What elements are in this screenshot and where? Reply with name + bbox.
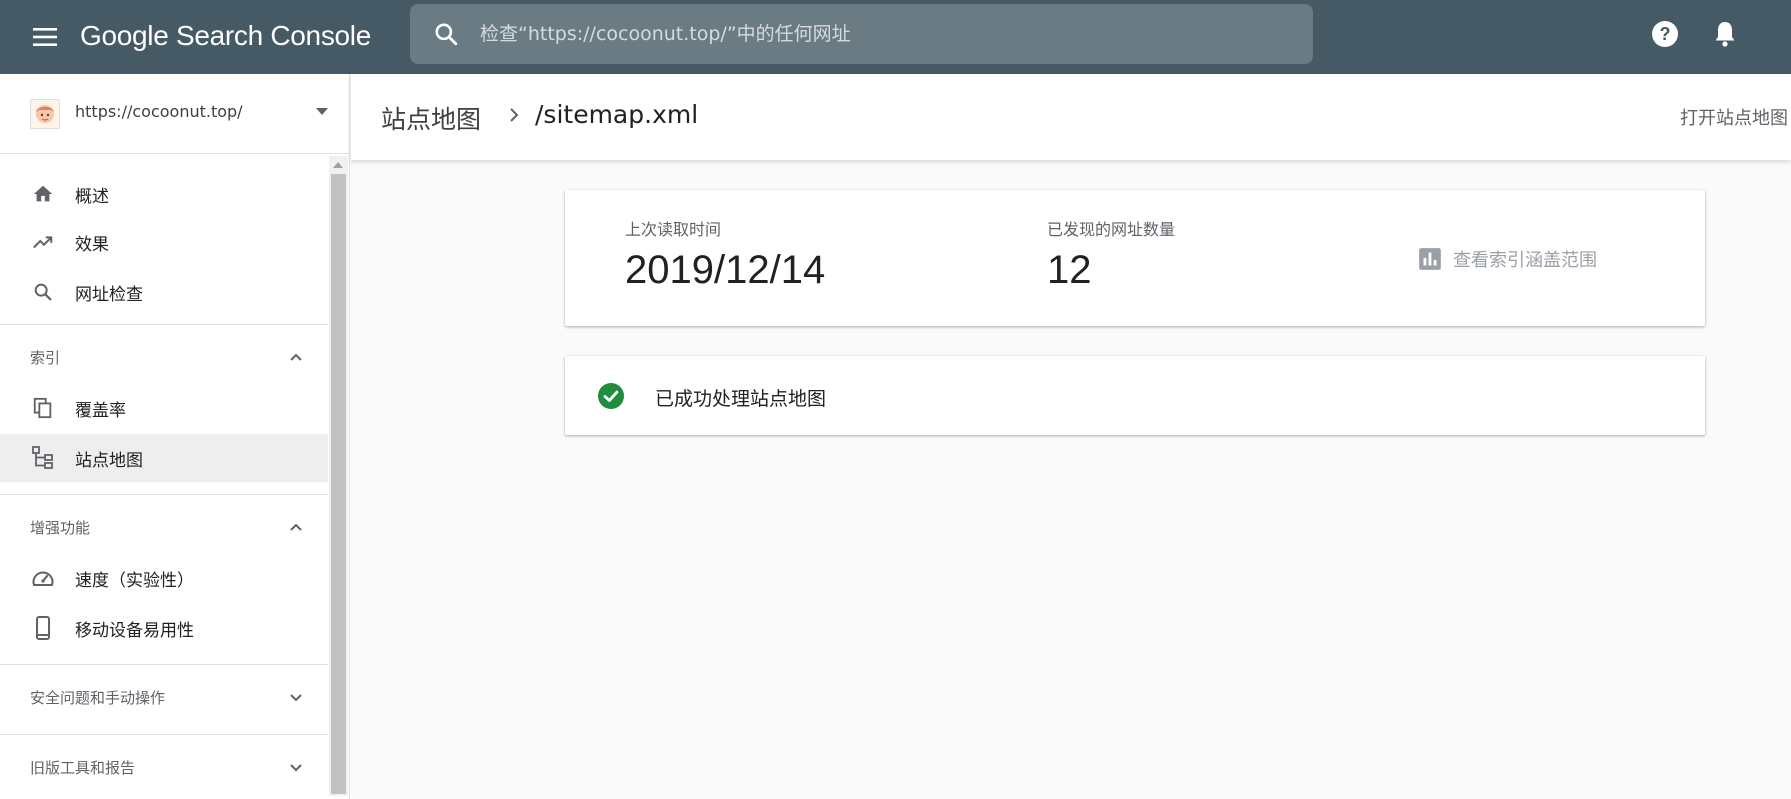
notifications-bell-icon[interactable] bbox=[1709, 18, 1741, 50]
last-read-stat: 上次读取时间 2019/12/14 bbox=[625, 216, 825, 293]
sidebar-item-mobile-usability[interactable]: 移动设备易用性 bbox=[0, 604, 328, 652]
page-header: 站点地图 /sitemap.xml 打开站点地图 bbox=[351, 74, 1791, 160]
chevron-down-icon bbox=[286, 757, 306, 777]
help-icon[interactable]: ? bbox=[1649, 18, 1681, 50]
search-icon bbox=[30, 279, 56, 305]
sidebar-item-label: 网址检查 bbox=[75, 284, 143, 305]
sidebar-item-overview[interactable]: 概述 bbox=[0, 170, 328, 218]
section-legacy-tools-header[interactable]: 旧版工具和报告 bbox=[0, 734, 328, 796]
sitemap-icon bbox=[30, 445, 56, 471]
view-index-coverage-link[interactable]: 查看索引涵盖范围 bbox=[1417, 246, 1597, 272]
property-url: https://cocoonut.top/ bbox=[75, 102, 243, 121]
trending-up-icon bbox=[30, 229, 56, 255]
sidebar-item-coverage[interactable]: 覆盖率 bbox=[0, 384, 328, 432]
svg-text:?: ? bbox=[1660, 24, 1671, 44]
section-index-header[interactable]: 索引 bbox=[0, 324, 328, 386]
sidebar-item-speed[interactable]: 速度（实验性） bbox=[0, 554, 328, 602]
smartphone-icon bbox=[30, 615, 56, 641]
last-read-value: 2019/12/14 bbox=[625, 248, 826, 292]
chevron-down-icon bbox=[286, 687, 306, 707]
url-inspection-search[interactable] bbox=[410, 4, 1313, 64]
sidebar-item-url-inspection[interactable]: 网址检查 bbox=[0, 268, 328, 316]
sidebar-scrollbar[interactable] bbox=[329, 156, 348, 796]
section-label: 安全问题和手动操作 bbox=[30, 689, 166, 707]
discovered-urls-value: 12 bbox=[1047, 248, 1092, 292]
sidebar-item-label: 概述 bbox=[75, 186, 109, 207]
sidebar-item-performance[interactable]: 效果 bbox=[0, 218, 328, 266]
breadcrumb-sitemaps[interactable]: 站点地图 bbox=[381, 100, 481, 136]
last-read-label: 上次读取时间 bbox=[625, 220, 722, 239]
discovered-urls-stat: 已发现的网址数量 12 bbox=[1047, 216, 1175, 293]
chevron-right-icon bbox=[503, 104, 525, 126]
search-icon[interactable] bbox=[430, 18, 462, 50]
sidebar-item-label: 覆盖率 bbox=[75, 400, 126, 421]
sidebar-item-sitemaps[interactable]: 站点地图 bbox=[0, 434, 328, 482]
status-message: 已成功处理站点地图 bbox=[655, 388, 827, 410]
property-selector[interactable]: https://cocoonut.top/ bbox=[0, 74, 349, 154]
property-favicon bbox=[30, 99, 60, 129]
view-index-coverage-label: 查看索引涵盖范围 bbox=[1453, 250, 1597, 271]
home-icon bbox=[30, 181, 56, 207]
sitemap-stats-card: 上次读取时间 2019/12/14 已发现的网址数量 12 查看索引涵盖范围 bbox=[565, 190, 1705, 326]
section-label: 索引 bbox=[30, 349, 61, 367]
page-title: /sitemap.xml bbox=[535, 100, 699, 129]
bar-chart-icon bbox=[1417, 246, 1443, 272]
sidebar: https://cocoonut.top/ 概述 效果 网址检查 索引 覆盖率 … bbox=[0, 74, 350, 799]
chevron-up-icon bbox=[286, 347, 306, 367]
sidebar-item-label: 移动设备易用性 bbox=[75, 620, 194, 641]
scrollbar-thumb[interactable] bbox=[331, 174, 346, 794]
top-app-bar: Google Search Console ? bbox=[0, 0, 1791, 74]
app-logo[interactable]: Google Search Console bbox=[80, 16, 371, 56]
chevron-up-icon bbox=[286, 517, 306, 537]
sitemap-status-card: 已成功处理站点地图 bbox=[565, 356, 1705, 435]
sidebar-item-label: 速度（实验性） bbox=[75, 570, 194, 591]
dropdown-caret-icon bbox=[316, 108, 328, 115]
check-circle-icon bbox=[597, 382, 625, 410]
section-label: 增强功能 bbox=[30, 519, 91, 537]
sidebar-item-label: 效果 bbox=[75, 234, 109, 255]
copy-icon bbox=[30, 395, 56, 421]
scroll-up-arrow-icon[interactable] bbox=[333, 162, 343, 168]
menu-icon[interactable] bbox=[28, 20, 62, 54]
open-sitemap-link[interactable]: 打开站点地图 bbox=[1680, 104, 1788, 130]
section-enhancements-header[interactable]: 增强功能 bbox=[0, 494, 328, 556]
speedometer-icon bbox=[30, 565, 56, 591]
search-input[interactable] bbox=[480, 4, 1313, 64]
section-label: 旧版工具和报告 bbox=[30, 759, 136, 777]
section-security-header[interactable]: 安全问题和手动操作 bbox=[0, 664, 328, 726]
sidebar-item-label: 站点地图 bbox=[75, 450, 143, 471]
discovered-urls-label: 已发现的网址数量 bbox=[1047, 220, 1176, 239]
